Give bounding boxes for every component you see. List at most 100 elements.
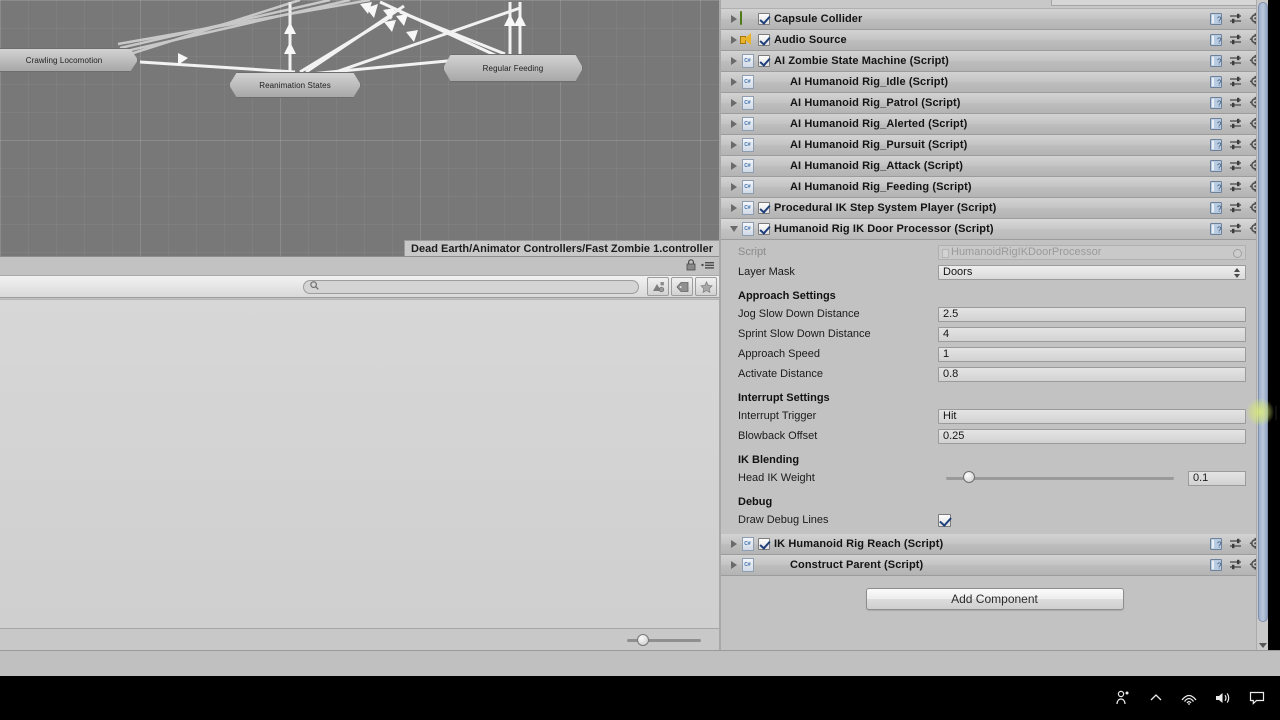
preset-sliders-icon[interactable] bbox=[1229, 222, 1243, 236]
component-row[interactable]: C# AI Humanoid Rig_Pursuit (Script)? bbox=[721, 135, 1268, 156]
search-input[interactable] bbox=[323, 281, 632, 292]
help-book-icon[interactable]: ? bbox=[1209, 75, 1223, 89]
component-row[interactable]: C# Procedural IK Step System Player (Scri… bbox=[721, 198, 1268, 219]
property-input[interactable]: 2.5 bbox=[938, 306, 1246, 322]
help-book-icon[interactable]: ? bbox=[1209, 558, 1223, 572]
notifications-icon[interactable] bbox=[1248, 690, 1266, 706]
component-enabled-checkbox[interactable] bbox=[758, 202, 770, 214]
favorites-star-icon[interactable] bbox=[695, 277, 717, 296]
preset-sliders-icon[interactable] bbox=[1229, 138, 1243, 152]
property-row-blowback-offset[interactable]: Blowback Offset 0.25 bbox=[721, 426, 1268, 446]
component-row-icons[interactable]: ? bbox=[1209, 138, 1263, 152]
help-book-icon[interactable]: ? bbox=[1209, 117, 1223, 131]
foldout-open-icon[interactable] bbox=[727, 223, 740, 236]
component-row-icons[interactable]: ? bbox=[1209, 54, 1263, 68]
scroll-down-arrow-icon[interactable] bbox=[1259, 643, 1267, 648]
component-list[interactable]: Capsule Collider? Audio Source? C# AI Zombi… bbox=[721, 9, 1268, 219]
animator-state-node[interactable]: Regular Feeding bbox=[443, 54, 583, 82]
add-component-button[interactable]: Add Component bbox=[865, 588, 1124, 610]
preset-sliders-icon[interactable] bbox=[1229, 201, 1243, 215]
foldout-closed-icon[interactable] bbox=[727, 181, 740, 194]
component-row[interactable]: C# IK Humanoid Rig Reach (Script)? bbox=[721, 534, 1268, 555]
project-toolbar[interactable] bbox=[0, 276, 719, 298]
head-ik-weight-value-input[interactable]: 0.1 bbox=[1188, 470, 1246, 486]
help-book-icon[interactable]: ? bbox=[1209, 180, 1223, 194]
property-row-approach-speed[interactable]: Approach Speed 1 bbox=[721, 344, 1268, 364]
help-book-icon[interactable]: ? bbox=[1209, 33, 1223, 47]
help-book-icon[interactable]: ? bbox=[1209, 96, 1223, 110]
component-row-icons[interactable]: ? bbox=[1209, 201, 1263, 215]
preset-sliders-icon[interactable] bbox=[1229, 54, 1243, 68]
property-input[interactable]: 0.25 bbox=[938, 428, 1246, 444]
foldout-closed-icon[interactable] bbox=[727, 559, 740, 572]
slider-knob[interactable] bbox=[962, 471, 975, 483]
component-row-icons[interactable]: ? bbox=[1209, 558, 1263, 572]
preset-sliders-icon[interactable] bbox=[1229, 75, 1243, 89]
property-input[interactable]: Hit bbox=[938, 408, 1246, 424]
scrollbar-thumb[interactable] bbox=[1258, 2, 1268, 622]
animator-state-node[interactable]: Crawling Locomotion bbox=[0, 48, 138, 72]
component-row[interactable]: C# AI Humanoid Rig_Patrol (Script)? bbox=[721, 93, 1268, 114]
volume-speaker-icon[interactable] bbox=[1214, 690, 1232, 706]
foldout-closed-icon[interactable] bbox=[727, 118, 740, 131]
filter-by-label-icon[interactable] bbox=[671, 277, 693, 296]
layer-mask-dropdown[interactable]: Doors bbox=[938, 264, 1246, 280]
component-row-icons[interactable]: ? bbox=[1209, 75, 1263, 89]
object-picker-icon[interactable] bbox=[1233, 248, 1242, 258]
show-hidden-icons-chevron-up-icon[interactable] bbox=[1148, 690, 1164, 706]
preset-sliders-icon[interactable] bbox=[1229, 12, 1243, 26]
component-enabled-checkbox[interactable] bbox=[758, 34, 770, 46]
component-properties[interactable]: Script HumanoidRigIKDoorProcessor Layer … bbox=[721, 240, 1268, 534]
search-input-wrap[interactable] bbox=[303, 279, 639, 294]
component-row-icons[interactable]: ? bbox=[1209, 96, 1263, 110]
property-row-interrupt-trigger[interactable]: Interrupt Trigger Hit bbox=[721, 406, 1268, 426]
component-enabled-checkbox[interactable] bbox=[758, 538, 770, 550]
component-row[interactable]: C# AI Zombie State Machine (Script)? bbox=[721, 51, 1268, 72]
component-enabled-checkbox[interactable] bbox=[758, 13, 770, 25]
zoom-slider-knob[interactable] bbox=[637, 633, 649, 646]
animator-window[interactable]: Crawling Locomotion Reanimation States R… bbox=[0, 0, 719, 256]
foldout-closed-icon[interactable] bbox=[727, 160, 740, 173]
help-book-icon[interactable]: ? bbox=[1209, 537, 1223, 551]
foldout-closed-icon[interactable] bbox=[727, 76, 740, 89]
property-row-layer-mask[interactable]: Layer Mask Doors bbox=[721, 262, 1268, 282]
help-book-icon[interactable]: ? bbox=[1209, 201, 1223, 215]
help-book-icon[interactable]: ? bbox=[1209, 54, 1223, 68]
wifi-icon[interactable] bbox=[1180, 690, 1198, 706]
head-ik-weight-slider[interactable] bbox=[938, 471, 1182, 485]
preset-sliders-icon[interactable] bbox=[1229, 558, 1243, 572]
help-book-icon[interactable]: ? bbox=[1209, 222, 1223, 236]
preset-sliders-icon[interactable] bbox=[1229, 117, 1243, 131]
component-row-icons[interactable]: ? bbox=[1209, 159, 1263, 173]
component-row-icons[interactable]: ? bbox=[1209, 222, 1263, 236]
project-window[interactable] bbox=[0, 256, 719, 650]
component-row[interactable]: C# Construct Parent (Script)? bbox=[721, 555, 1268, 576]
property-input[interactable]: 0.8 bbox=[938, 366, 1246, 382]
inspector-window[interactable]: Capsule Collider? Audio Source? C# AI Zombi… bbox=[721, 0, 1268, 650]
foldout-closed-icon[interactable] bbox=[727, 139, 740, 152]
property-input[interactable]: 4 bbox=[938, 326, 1246, 342]
foldout-closed-icon[interactable] bbox=[727, 55, 740, 68]
property-row-head-ik-weight[interactable]: Head IK Weight 0.1 bbox=[721, 468, 1268, 488]
preset-sliders-icon[interactable] bbox=[1229, 537, 1243, 551]
component-row-icons[interactable]: ? bbox=[1209, 33, 1263, 47]
script-object-field[interactable]: HumanoidRigIKDoorProcessor bbox=[938, 244, 1246, 260]
component-row-icons[interactable]: ? bbox=[1209, 537, 1263, 551]
people-share-icon[interactable] bbox=[1114, 689, 1132, 707]
component-header-humanoid-rig-ik-door-processor[interactable]: C# Humanoid Rig IK Door Processor (Scrip… bbox=[721, 219, 1268, 240]
foldout-closed-icon[interactable] bbox=[727, 97, 740, 110]
property-input[interactable]: 1 bbox=[938, 346, 1246, 362]
preset-sliders-icon[interactable] bbox=[1229, 159, 1243, 173]
component-row[interactable]: C# AI Humanoid Rig_Attack (Script)? bbox=[721, 156, 1268, 177]
component-row-icons[interactable]: ? bbox=[1209, 12, 1263, 26]
component-row-icons[interactable]: ? bbox=[1209, 117, 1263, 131]
preset-sliders-icon[interactable] bbox=[1229, 180, 1243, 194]
animator-state-node[interactable]: Reanimation States bbox=[229, 72, 361, 98]
filter-by-type-icon[interactable] bbox=[647, 277, 669, 296]
foldout-closed-icon[interactable] bbox=[727, 202, 740, 215]
help-book-icon[interactable]: ? bbox=[1209, 138, 1223, 152]
component-enabled-checkbox[interactable] bbox=[758, 223, 770, 235]
property-row-script[interactable]: Script HumanoidRigIKDoorProcessor bbox=[721, 242, 1268, 262]
preset-sliders-icon[interactable] bbox=[1229, 96, 1243, 110]
component-row[interactable]: Capsule Collider? bbox=[721, 9, 1268, 30]
